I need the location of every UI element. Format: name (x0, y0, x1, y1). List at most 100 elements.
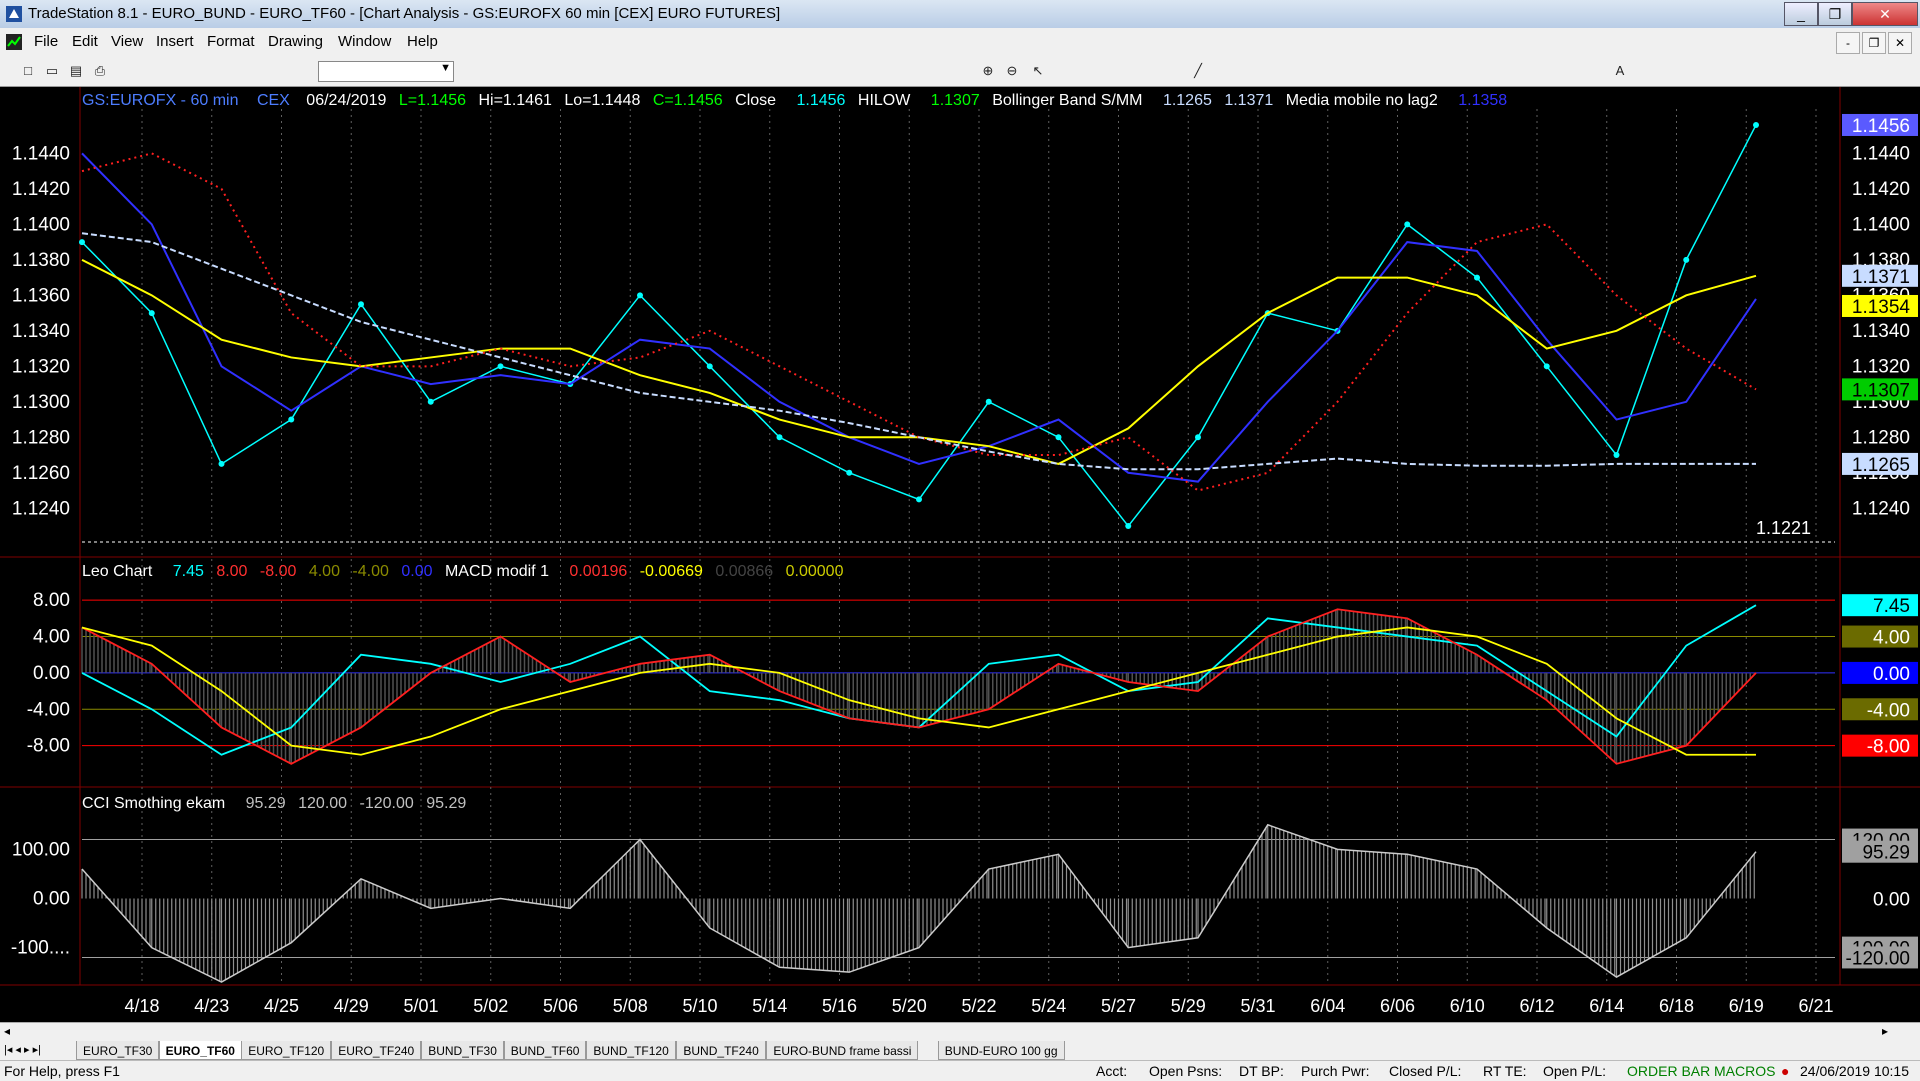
x-date-label: 5/10 (682, 996, 717, 1016)
x-date-label: 6/21 (1798, 996, 1833, 1016)
price-y-tick-right: 1.1240 (1852, 498, 1910, 519)
menu-format[interactable]: Format (207, 28, 255, 56)
price-y-tick: 1.1360 (12, 285, 70, 306)
tab-bund-tf30[interactable]: BUND_TF30 (421, 1041, 504, 1060)
maximize-button[interactable]: ❐ (1818, 2, 1852, 26)
tab-euro-tf120[interactable]: EURO_TF120 (241, 1041, 332, 1060)
text-tool-icon[interactable]: A (1612, 63, 1628, 79)
x-date-label: 4/18 (124, 996, 159, 1016)
menu-insert[interactable]: Insert (156, 28, 194, 56)
price-y-tick: 1.1320 (12, 356, 70, 377)
tab-euro-tf30[interactable]: EURO_TF30 (76, 1041, 160, 1060)
zoom-in-icon[interactable]: ⊕ (980, 63, 996, 79)
price-badge-text: 1.1354 (1852, 297, 1911, 318)
close-point (846, 469, 853, 476)
close-point (1404, 221, 1411, 228)
x-date-label: 6/14 (1589, 996, 1624, 1016)
menu-window[interactable]: Window (338, 28, 391, 56)
macd-value-3: 0.00866 (715, 563, 773, 580)
order-bar-button[interactable]: ORDER BAR (1627, 1061, 1710, 1081)
scroll-right-icon[interactable]: ▸ (1882, 1024, 1888, 1038)
close-point (1613, 452, 1620, 459)
tab-nav-icon[interactable]: |◂ ◂ ▸ ▸| (4, 1040, 41, 1060)
leo-y-tick: -8.00 (27, 736, 70, 757)
close-point (1753, 121, 1759, 128)
x-date-label: 5/16 (822, 996, 857, 1016)
tab-bund-euro-100-gg[interactable]: BUND-EURO 100 gg (937, 1041, 1065, 1060)
price-badge-text: 1.1307 (1852, 380, 1910, 401)
bollinger-label: Bollinger Band S/MM (992, 92, 1142, 109)
chart-svg[interactable]: 4/18 4/23 4/25 4/29 5/01 5/02 5/06 5/08 5/10 5/14… (0, 87, 1920, 1022)
price-y-tick: 1.1300 (12, 392, 70, 413)
price-y-tick-right: 1.1280 (1852, 427, 1910, 448)
tab-bund-tf240[interactable]: BUND_TF240 (676, 1041, 766, 1060)
cci-value-2: 120.00 (298, 795, 347, 812)
chart-area[interactable]: 4/18 4/23 4/25 4/29 5/01 5/02 5/06 5/08 5/10 5/14… (0, 87, 1920, 1022)
menu-edit[interactable]: Edit (72, 28, 98, 56)
menu-view[interactable]: View (111, 28, 143, 56)
x-date-label: 5/08 (613, 996, 648, 1016)
x-date-label: 5/27 (1101, 996, 1136, 1016)
close-point (427, 398, 434, 405)
macd-value-4: 0.00000 (786, 563, 844, 580)
close-point (776, 434, 783, 441)
macd-value-2: -0.00669 (640, 563, 703, 580)
datetime-label: 24/06/2019 10:15 (1800, 1063, 1909, 1079)
minimize-button[interactable]: _ (1784, 2, 1818, 26)
tab-euro-bund-frame-bassi[interactable]: EURO-BUND frame bassi (766, 1041, 919, 1060)
cci-y-tick: -100.... (11, 938, 70, 959)
leo-badge-text: -4.00 (1867, 700, 1910, 721)
cci-badge-text: 95.29 (1862, 843, 1910, 864)
close-point (79, 239, 85, 246)
macd-value-1: 0.00196 (569, 563, 627, 580)
cci-value-1: 95.29 (246, 795, 286, 812)
print-icon[interactable]: ⎙ (92, 63, 108, 79)
price-y-tick-right: 1.1320 (1852, 356, 1910, 377)
new-chart-icon[interactable]: □ (20, 63, 36, 79)
save-icon[interactable]: ▤ (68, 63, 84, 79)
x-date-label: 6/12 (1519, 996, 1554, 1016)
cci-badge-text: 0.00 (1873, 890, 1910, 911)
tab-euro-tf240[interactable]: EURO_TF240 (331, 1041, 422, 1060)
close-point (1543, 363, 1550, 370)
symbol-combo[interactable]: ▼ (318, 61, 454, 82)
leo-y-tick: 8.00 (33, 590, 70, 611)
mdi-restore-button[interactable]: ❐ (1862, 32, 1886, 54)
tab-bund-tf120[interactable]: BUND_TF120 (586, 1041, 676, 1060)
mdi-minimize-button[interactable]: - (1836, 32, 1860, 54)
leo-chart-label: Leo Chart (82, 563, 153, 580)
horizontal-scrollbar[interactable]: ◂ ▸ (0, 1022, 1920, 1041)
leo-value-4: 4.00 (309, 563, 340, 580)
cci-label: CCI Smothing ekam (82, 795, 225, 812)
scroll-left-icon[interactable]: ◂ (4, 1024, 10, 1038)
zoom-out-icon[interactable]: ⊖ (1004, 63, 1020, 79)
cursor-icon[interactable]: ↖ (1030, 63, 1046, 79)
close-button[interactable]: ✕ (1852, 2, 1918, 26)
menu-help[interactable]: Help (407, 28, 438, 56)
menu-drawing[interactable]: Drawing (268, 28, 323, 56)
open-icon[interactable]: ▭ (44, 63, 60, 79)
low-line-label: 1.1221 (1756, 518, 1811, 538)
cci-badge-text: -120.00 (1846, 948, 1910, 969)
leo-badge-text: 0.00 (1873, 664, 1910, 685)
trendline-icon[interactable]: ╱ (1190, 63, 1206, 79)
bollinger-low-value: 1.1265 (1163, 92, 1212, 109)
macd-label: MACD modif 1 (445, 563, 549, 580)
menu-file[interactable]: File (34, 28, 58, 56)
open-value: L=1.1456 (399, 92, 466, 109)
tab-euro-tf60[interactable]: EURO_TF60 (158, 1041, 242, 1060)
dt-bp-label: DT BP: (1239, 1063, 1284, 1079)
title-bar: TradeStation 8.1 - EURO_BUND - EURO_TF60… (0, 0, 1920, 28)
exchange-label: CEX (257, 92, 290, 109)
x-date-label: 5/01 (403, 996, 438, 1016)
close-point (358, 301, 364, 308)
mdi-close-button[interactable]: ✕ (1888, 32, 1912, 54)
close-value: C=1.1456 (653, 92, 723, 109)
x-date-label: 4/25 (264, 996, 299, 1016)
tab-bund-tf60[interactable]: BUND_TF60 (503, 1041, 587, 1060)
workspace-tabs: |◂ ◂ ▸ ▸| EURO_TF30 EURO_TF60 EURO_TF120 EU… (0, 1040, 1920, 1060)
leo-badge-text: 7.45 (1873, 596, 1910, 617)
macros-button[interactable]: MACROS (1714, 1061, 1775, 1081)
x-date-label: 6/10 (1450, 996, 1485, 1016)
close-point (1195, 434, 1201, 441)
